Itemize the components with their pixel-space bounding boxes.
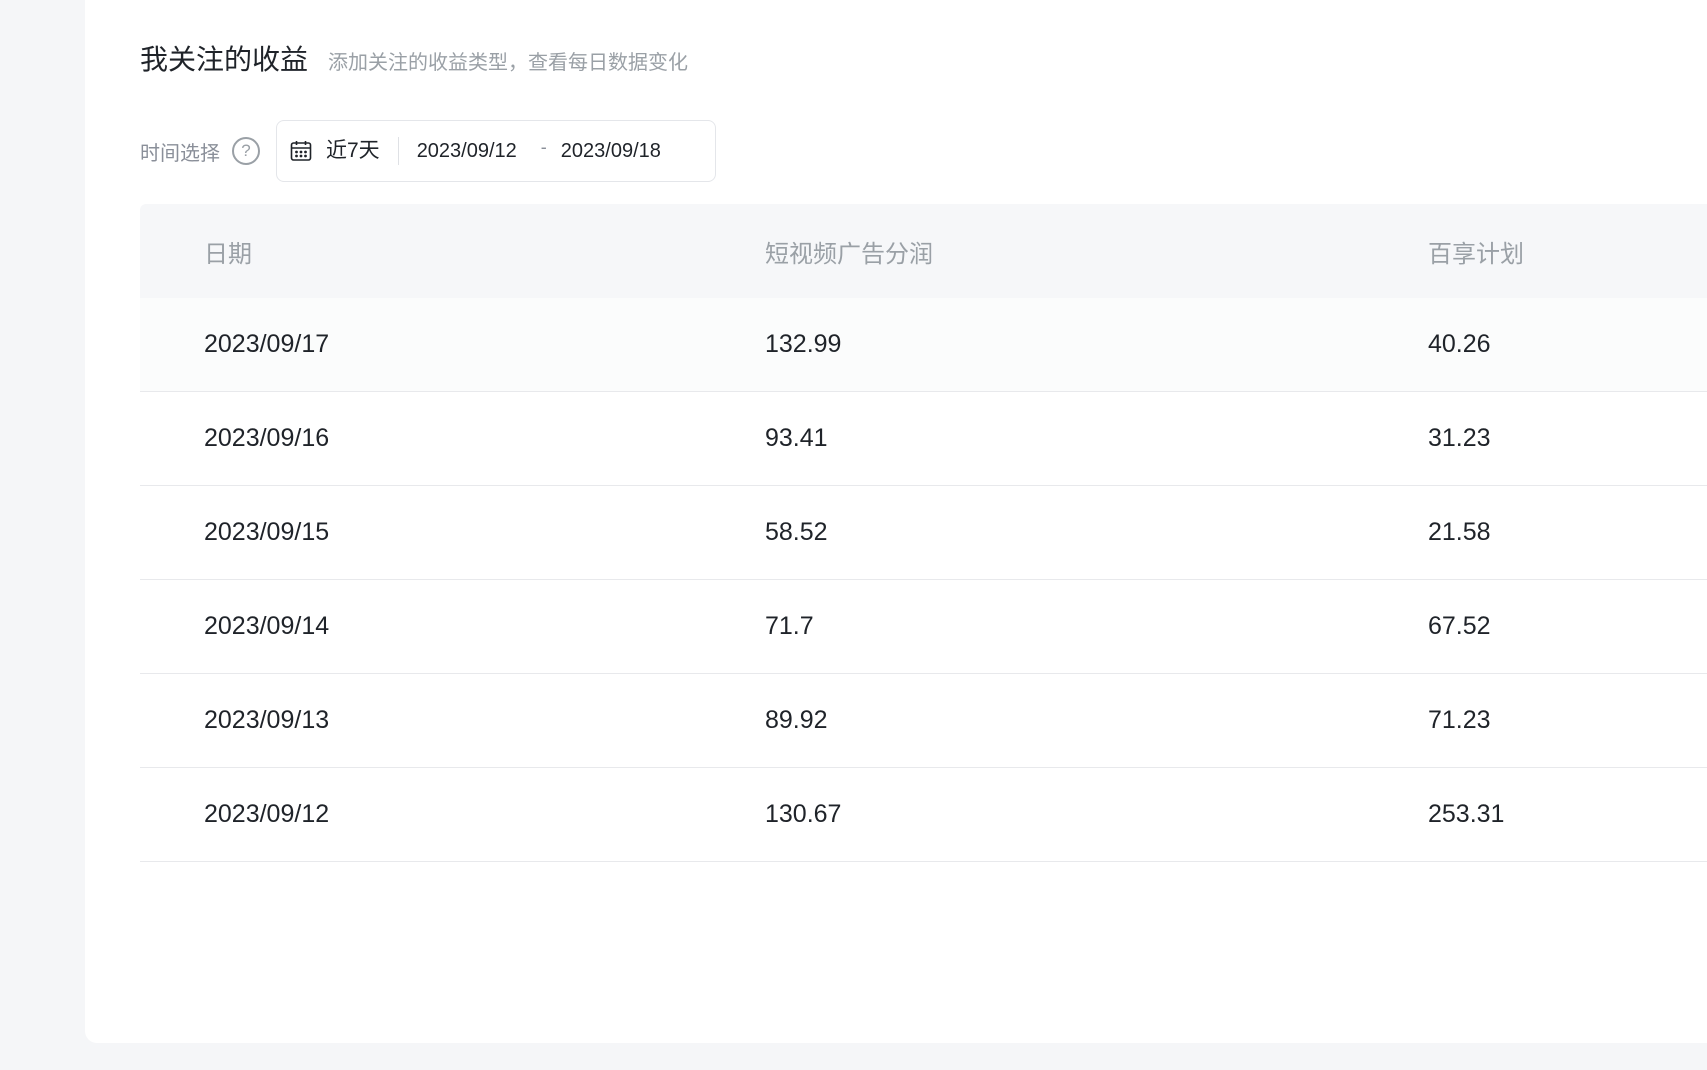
table-row: 2023/09/12 130.67 253.31 [140,768,1707,862]
cell-baixiang-plan: 31.23 [1428,424,1491,452]
question-circle-icon[interactable]: ? [232,137,260,165]
time-filter: 时间选择 ? 近7天 2023/09/12 - 2023/09/18 [140,120,716,182]
table-row: 2023/09/16 93.41 31.23 [140,392,1707,486]
cell-short-video-ad-share: 58.52 [765,518,828,546]
cell-baixiang-plan: 71.23 [1428,706,1491,734]
end-date-input[interactable]: 2023/09/18 [561,140,661,163]
cell-date: 2023/09/16 [204,424,330,452]
table-row: 2023/09/13 89.92 71.23 [140,674,1707,768]
cell-baixiang-plan: 253.31 [1428,800,1505,828]
earnings-table: 日期 短视频广告分润 百享计划 2023/09/17 132.99 40.26 … [140,204,1707,862]
cell-date: 2023/09/14 [204,612,330,640]
table-header: 日期 短视频广告分润 百享计划 [140,204,1707,298]
column-header-date: 日期 [204,240,252,268]
cell-short-video-ad-share: 93.41 [765,424,828,452]
table-row: 2023/09/17 132.99 40.26 [140,298,1707,392]
column-header-short-video-ad-share: 短视频广告分润 [765,240,933,268]
table-row: 2023/09/15 58.52 21.58 [140,486,1707,580]
cell-short-video-ad-share: 130.67 [765,800,842,828]
cell-baixiang-plan: 40.26 [1428,330,1491,358]
section-heading: 我关注的收益 添加关注的收益类型，查看每日数据变化 [140,38,688,78]
cell-date: 2023/09/17 [204,330,330,358]
column-header-baixiang-plan: 百享计划 [1428,240,1524,268]
time-filter-label: 时间选择 [140,142,220,165]
table-row: 2023/09/14 71.7 67.52 [140,580,1707,674]
section-subtitle: 添加关注的收益类型，查看每日数据变化 [328,52,689,74]
cell-date: 2023/09/13 [204,706,330,734]
date-preset-dropdown[interactable]: 近7天 [326,137,399,165]
cell-short-video-ad-share: 132.99 [765,330,842,358]
cell-date: 2023/09/12 [204,800,330,828]
cell-short-video-ad-share: 89.92 [765,706,828,734]
start-date-input[interactable]: 2023/09/12 [417,140,517,163]
cell-baixiang-plan: 67.52 [1428,612,1491,640]
date-range-picker[interactable]: 近7天 2023/09/12 - 2023/09/18 [276,120,716,182]
section-title: 我关注的收益 [140,44,309,75]
calendar-icon [290,141,312,161]
date-separator: - [540,136,547,157]
cell-baixiang-plan: 21.58 [1428,518,1491,546]
cell-short-video-ad-share: 71.7 [765,612,814,640]
cell-date: 2023/09/15 [204,518,330,546]
time-filter-label-group: 时间选择 ? [140,137,260,166]
